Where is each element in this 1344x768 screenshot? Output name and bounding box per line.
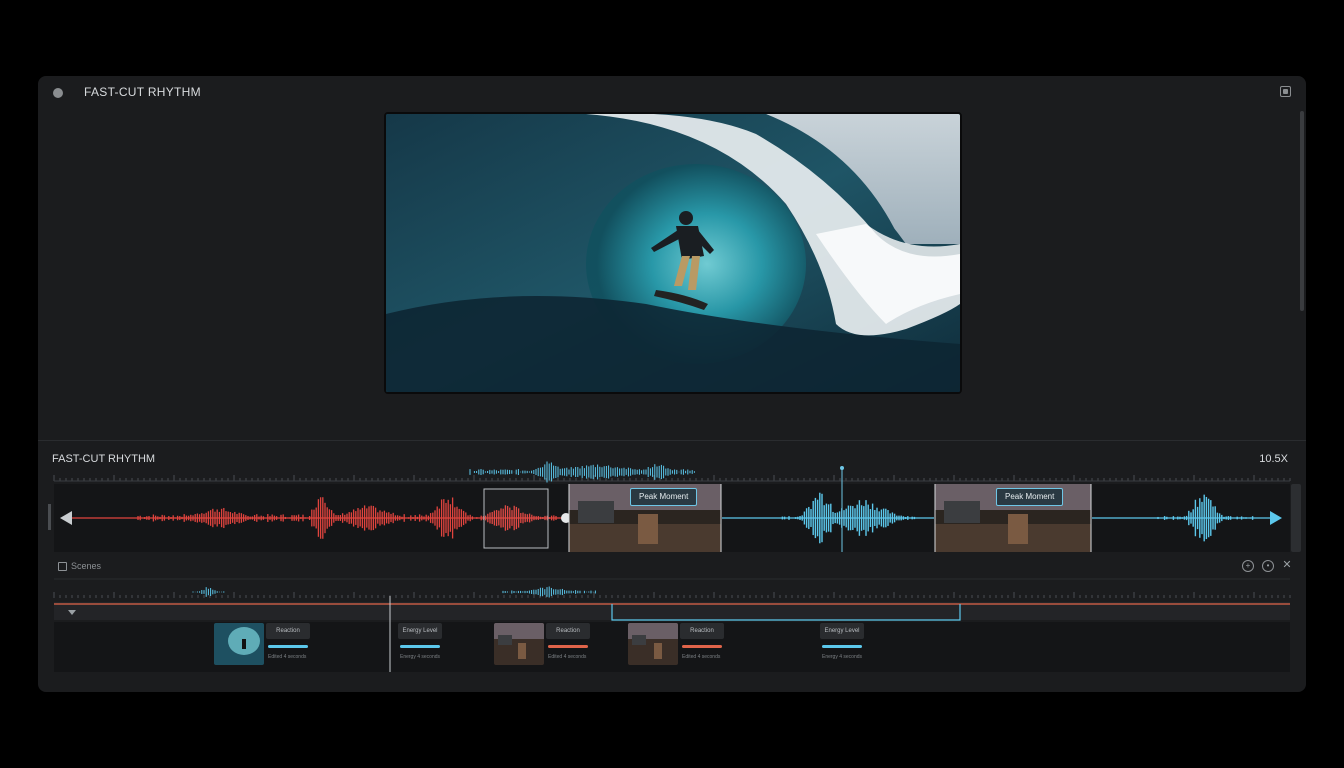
scene-strip xyxy=(54,602,1290,620)
video-preview[interactable] xyxy=(384,112,962,394)
editor-window: FAST-CUT RHYTHM FAST-CUT RHYTHM 10.5X Pe… xyxy=(38,76,1306,692)
scene-subtext: Edited 4 seconds xyxy=(268,654,307,660)
close-icon[interactable]: ✕ xyxy=(1282,560,1292,571)
scene-label: Reaction xyxy=(546,623,590,639)
selection-box xyxy=(483,488,549,549)
scene-label: Reaction xyxy=(680,623,724,639)
scene-thumbnail xyxy=(494,623,544,665)
scene-subtext: Energy 4 seconds xyxy=(822,654,863,660)
peak-moment-label[interactable]: Peak Moment xyxy=(630,488,698,506)
scene-energy-bar xyxy=(822,645,862,648)
ruler xyxy=(53,475,1291,481)
section-divider xyxy=(38,440,1306,441)
track-handle xyxy=(48,504,51,530)
window-title: FAST-CUT RHYTHM xyxy=(84,85,201,99)
scene-thumbnail xyxy=(628,623,678,665)
scenes-label: Scenes xyxy=(71,561,102,571)
scene-energy-bar xyxy=(268,645,308,648)
scene-label: Energy Level xyxy=(820,623,864,639)
scene-thumbnail xyxy=(214,623,264,665)
audio-timeline[interactable] xyxy=(38,456,1306,556)
track-scrollbar xyxy=(1291,484,1301,552)
scene-energy-bar xyxy=(400,645,440,648)
scene-energy-bar xyxy=(548,645,588,648)
scene-subtext: Energy 4 seconds xyxy=(400,654,441,660)
scene-energy-bar xyxy=(682,645,722,648)
scrollbar[interactable] xyxy=(1300,111,1304,311)
peak-moment-label[interactable]: Peak Moment xyxy=(996,488,1064,506)
scene-label: Reaction xyxy=(266,623,310,639)
window-close-icon[interactable] xyxy=(53,88,63,98)
plus-circle-icon[interactable]: + xyxy=(1242,560,1254,572)
scene-subtext: Edited 4 seconds xyxy=(682,654,721,660)
surfer-image xyxy=(386,114,960,392)
scene-label: Energy Level xyxy=(398,623,442,639)
gear-icon[interactable]: • xyxy=(1262,560,1274,572)
film-icon xyxy=(58,562,67,571)
scene-controls: + • ✕ xyxy=(1242,560,1292,572)
playhead-dot xyxy=(840,466,844,470)
scene-subtext: Edited 4 seconds xyxy=(548,654,587,660)
maximize-icon[interactable] xyxy=(1280,86,1291,97)
